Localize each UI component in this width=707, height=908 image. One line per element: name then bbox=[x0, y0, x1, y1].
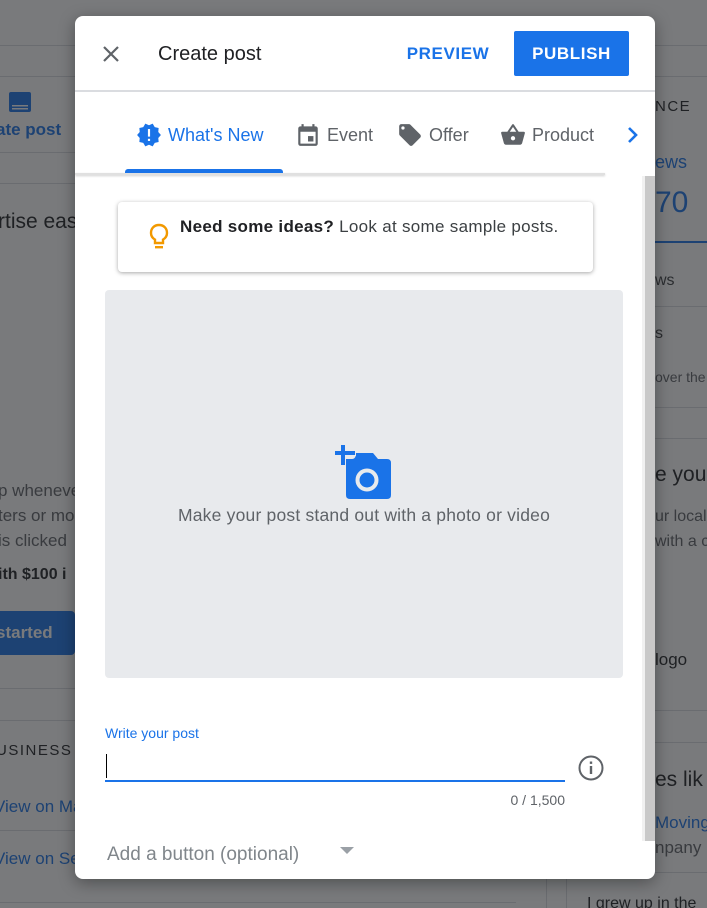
new-releases-icon bbox=[137, 123, 161, 147]
ideas-text: Look at some sample posts. bbox=[334, 217, 559, 236]
lightbulb-icon bbox=[149, 223, 169, 249]
dialog-scrollbar[interactable] bbox=[642, 176, 655, 841]
add-photo-text: Make your post stand out with a photo or… bbox=[177, 505, 551, 525]
write-post-input[interactable] bbox=[105, 750, 565, 782]
post-field-label: Write your post bbox=[105, 725, 199, 741]
tab-event[interactable]: Event bbox=[295, 118, 373, 152]
chevron-right-icon[interactable] bbox=[623, 124, 643, 146]
tabs-divider bbox=[75, 173, 605, 175]
close-icon[interactable] bbox=[99, 42, 123, 66]
add-button-placeholder: Add a button (optional) bbox=[107, 844, 300, 865]
preview-button[interactable]: PREVIEW bbox=[393, 32, 503, 76]
sample-posts-card[interactable]: Need some ideas? Look at some sample pos… bbox=[118, 202, 593, 272]
tab-label: Event bbox=[327, 124, 374, 145]
tab-product[interactable]: Product bbox=[500, 118, 594, 152]
character-counter: 0 / 1,500 bbox=[510, 792, 566, 808]
ideas-bold: Need some ideas? bbox=[180, 217, 335, 236]
calendar-icon bbox=[298, 124, 318, 146]
tab-offer[interactable]: Offer bbox=[397, 118, 469, 152]
add-photo-area[interactable]: Make your post stand out with a photo or… bbox=[105, 290, 623, 678]
scrollbar-thumb[interactable] bbox=[645, 176, 655, 841]
sample-posts-text: Need some ideas? Look at some sample pos… bbox=[180, 214, 560, 239]
tab-label: Product bbox=[532, 124, 595, 145]
tab-label: What's New bbox=[168, 124, 264, 145]
add-button-dropdown[interactable]: Add a button (optional) bbox=[107, 840, 367, 870]
dialog-header: Create post PREVIEW PUBLISH bbox=[75, 16, 655, 92]
tag-icon bbox=[399, 124, 421, 146]
tab-label: Offer bbox=[429, 124, 469, 145]
dialog-title: Create post bbox=[158, 43, 262, 65]
active-tab-indicator bbox=[125, 169, 283, 173]
post-type-tabs: What's New Event Offer Product bbox=[75, 94, 655, 175]
info-icon[interactable] bbox=[577, 754, 605, 782]
dropdown-arrow-icon bbox=[340, 847, 354, 854]
create-post-dialog: Create post PREVIEW PUBLISH What's New E… bbox=[75, 16, 655, 879]
add-photo-icon bbox=[334, 445, 391, 499]
tab-whats-new[interactable]: What's New bbox=[136, 118, 263, 152]
basket-icon bbox=[501, 124, 525, 145]
publish-button[interactable]: PUBLISH bbox=[514, 31, 629, 76]
text-caret bbox=[106, 754, 107, 778]
